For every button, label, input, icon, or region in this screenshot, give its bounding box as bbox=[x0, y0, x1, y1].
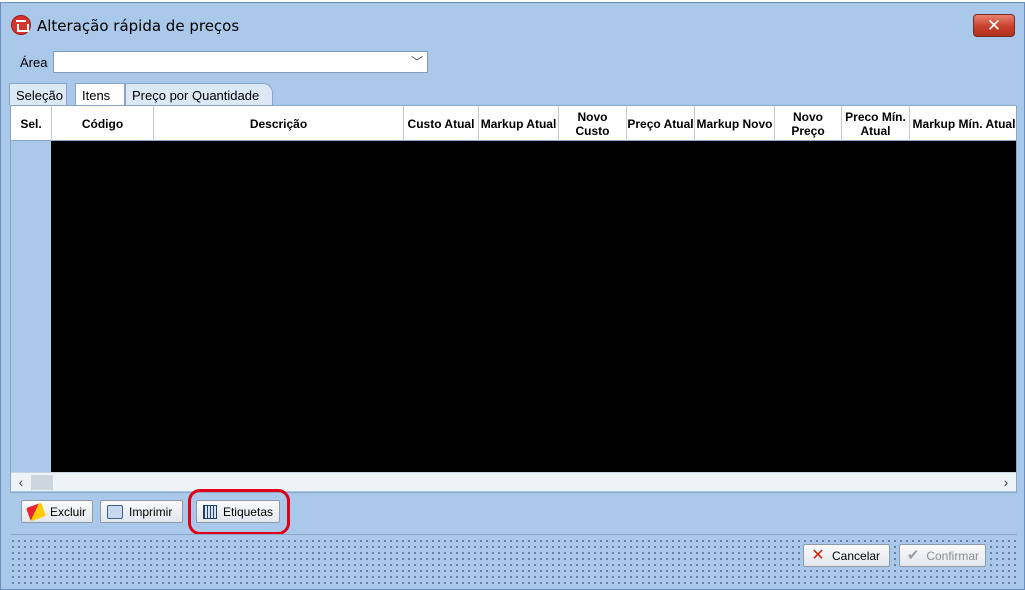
scrollbar-thumb[interactable] bbox=[31, 475, 53, 490]
column-header-markup-min-atual[interactable]: Markup Mín. Atual bbox=[910, 106, 1018, 141]
cancel-x-icon: ✕ bbox=[811, 546, 825, 564]
area-select[interactable]: ﹀ bbox=[53, 51, 428, 73]
column-header-descricao[interactable]: Descrição bbox=[154, 106, 404, 141]
column-header-sel[interactable]: Sel. bbox=[11, 106, 52, 141]
grid-body[interactable] bbox=[51, 141, 1016, 472]
checkmark-icon: ✔ bbox=[906, 546, 920, 564]
column-header-custo-atual[interactable]: Custo Atual bbox=[404, 106, 479, 141]
column-header-novo-preco[interactable]: Novo Preço bbox=[775, 106, 842, 141]
column-header-markup-novo[interactable]: Markup Novo bbox=[695, 106, 775, 141]
excluir-button[interactable]: Excluir bbox=[21, 500, 93, 523]
printer-icon bbox=[107, 504, 123, 519]
tab-itens[interactable]: Itens bbox=[75, 83, 125, 106]
column-header-codigo[interactable]: Código bbox=[52, 106, 154, 141]
selection-column bbox=[11, 141, 51, 472]
imprimir-label: Imprimir bbox=[129, 504, 173, 519]
column-header-markup-atual[interactable]: Markup Atual bbox=[479, 106, 559, 141]
eraser-icon bbox=[26, 502, 46, 521]
tab-preco-por-quantidade[interactable]: Preço por Quantidade bbox=[125, 83, 273, 105]
column-header-novo-custo[interactable]: Novo Custo bbox=[559, 106, 627, 141]
imprimir-button[interactable]: Imprimir bbox=[100, 500, 183, 523]
grid-header: Sel. Código Descrição Custo Atual Markup… bbox=[11, 106, 1016, 141]
cancelar-label: Cancelar bbox=[832, 548, 881, 563]
horizontal-scrollbar[interactable]: ‹ › bbox=[11, 472, 1016, 491]
window-title: Alteração rápida de preços bbox=[37, 17, 240, 35]
app-icon bbox=[11, 15, 31, 35]
confirmar-button[interactable]: ✔ Confirmar bbox=[899, 544, 986, 567]
divider bbox=[10, 534, 1017, 535]
scroll-left-icon[interactable]: ‹ bbox=[13, 474, 29, 490]
items-grid: Sel. Código Descrição Custo Atual Markup… bbox=[10, 105, 1017, 493]
close-button[interactable]: ✕ bbox=[973, 14, 1015, 37]
column-header-preco-atual[interactable]: Preço Atual bbox=[627, 106, 695, 141]
tab-selecao[interactable]: Seleção bbox=[9, 83, 67, 105]
confirmar-label: Confirmar bbox=[926, 548, 979, 563]
column-header-preco-min-atual[interactable]: Preco Mín. Atual bbox=[842, 106, 910, 141]
highlight-annotation bbox=[188, 489, 290, 535]
scroll-right-icon[interactable]: › bbox=[998, 474, 1014, 490]
title-bar: Alteração rápida de preços ✕ bbox=[1, 3, 1024, 43]
cancelar-button[interactable]: ✕ Cancelar bbox=[803, 544, 890, 567]
dialog-window: Alteração rápida de preços ✕ Área ﹀ Sele… bbox=[0, 2, 1025, 590]
chevron-down-icon: ﹀ bbox=[410, 55, 423, 69]
excluir-label: Excluir bbox=[49, 504, 86, 519]
area-label: Área bbox=[20, 55, 48, 70]
